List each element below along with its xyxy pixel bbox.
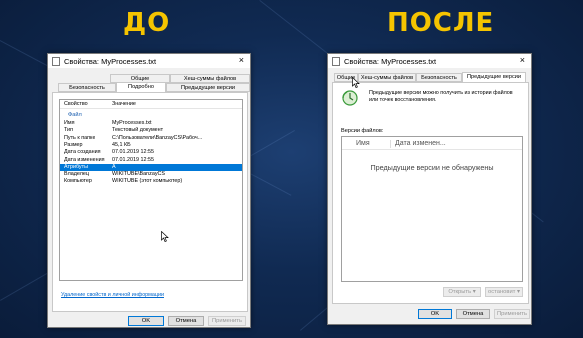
table-row[interactable]: Владелец WIKITUBE\BanzayCS: [60, 171, 242, 178]
cancel-button[interactable]: Отмена: [168, 316, 204, 326]
table-row[interactable]: Компьютер WIKITUBE (этот компьютер): [60, 178, 242, 185]
table-header: Свойство Значение: [60, 100, 242, 109]
apply-button[interactable]: Применить: [208, 316, 246, 326]
heading-after: ПОСЛЕ: [387, 8, 495, 38]
properties-table: Свойство Значение Файл Имя MyProcesses.tx…: [59, 99, 243, 281]
close-icon[interactable]: ×: [239, 55, 244, 65]
property-name: Атрибуты: [64, 163, 88, 170]
tab-details[interactable]: Подробно: [116, 82, 166, 92]
remove-properties-link[interactable]: Удаление свойств и личной информации: [61, 292, 164, 298]
cancel-button[interactable]: Отмена: [456, 309, 490, 319]
details-panel: Свойство Значение Файл Имя MyProcesses.tx…: [52, 92, 248, 312]
column-header-name[interactable]: Имя: [356, 137, 370, 150]
property-name: Компьютер: [64, 178, 92, 185]
chevron-down-icon: ▾: [472, 289, 476, 295]
ok-button[interactable]: OK: [418, 309, 452, 319]
property-name: Дата создания: [64, 149, 101, 156]
history-restore-icon: [342, 90, 358, 106]
close-icon[interactable]: ×: [520, 55, 525, 65]
properties-window-after: Свойства: MyProcesses.txt × Общие Хеш-су…: [327, 53, 532, 325]
tab-hash-sums[interactable]: Хеш-суммы файлов: [170, 74, 250, 83]
restore-button-label: остановит: [488, 289, 516, 295]
file-icon: [52, 57, 60, 66]
column-header-property[interactable]: Свойство: [64, 100, 88, 109]
mouse-cursor-icon: [161, 231, 169, 242]
window-title: Свойства: MyProcesses.txt: [344, 57, 437, 66]
property-value: 07.01.2019 12:55: [112, 149, 154, 156]
table-row[interactable]: Имя MyProcesses.txt: [60, 120, 242, 127]
group-file: Файл: [68, 112, 82, 118]
versions-label: Версии файлов:: [341, 128, 384, 134]
property-value: WIKITUBE (этот компьютер): [112, 178, 183, 185]
property-value: WIKITUBE\BanzayCS: [112, 171, 166, 178]
table-row[interactable]: Путь к папке C:\Пользователи\BanzayCS\Раб…: [60, 135, 242, 142]
heading-before: ДО: [123, 8, 171, 38]
tab-previous-versions[interactable]: Предыдущие версии: [462, 72, 526, 82]
chevron-down-icon: ▾: [517, 289, 520, 295]
property-value: 45,1 КБ: [112, 141, 131, 148]
table-row[interactable]: Дата изменения 07.01.2019 12:55: [60, 157, 242, 164]
tab-previous-versions[interactable]: Предыдущие версии: [166, 83, 250, 92]
table-row[interactable]: Размер 45,1 КБ: [60, 142, 242, 149]
file-icon: [332, 57, 340, 66]
property-value: MyProcesses.txt: [112, 120, 152, 126]
previous-versions-panel: Предыдущие версии можно получить из исто…: [332, 82, 529, 304]
property-value: Текстовый документ: [112, 127, 164, 134]
empty-list-message: Предыдущие версии не обнаружены: [370, 163, 494, 172]
table-row[interactable]: Тип Текстовый документ: [60, 127, 242, 134]
property-name: Владелец: [64, 171, 89, 178]
property-value: 07.01.2019 12:55: [112, 156, 154, 163]
open-button[interactable]: Открыть ▾: [443, 287, 481, 297]
property-value: A: [112, 163, 116, 170]
properties-window-before: Свойства: MyProcesses.txt × Общие Хеш-су…: [47, 53, 251, 328]
tab-hash-sums[interactable]: Хеш-суммы файлов: [358, 73, 416, 82]
open-button-label: Открыть: [448, 289, 472, 295]
mouse-cursor-icon: [352, 77, 360, 88]
column-header-date[interactable]: Дата изменен...: [395, 137, 446, 150]
property-value: C:\Пользователи\BanzayCS\Рабоч...: [112, 134, 203, 141]
restore-button[interactable]: остановит ▾: [485, 287, 523, 297]
property-name: Путь к папке: [64, 134, 96, 141]
window-title: Свойства: MyProcesses.txt: [64, 57, 157, 66]
column-divider: [390, 140, 391, 148]
title-bar: Свойства: MyProcesses.txt ×: [328, 54, 531, 68]
column-header-value[interactable]: Значение: [112, 100, 136, 109]
title-bar: Свойства: MyProcesses.txt ×: [48, 54, 250, 68]
versions-list[interactable]: Имя Дата изменен... Предыдущие версии не…: [341, 136, 523, 282]
property-name: Дата изменения: [64, 156, 105, 163]
property-name: Тип: [64, 127, 73, 134]
ok-button[interactable]: OK: [128, 316, 164, 326]
property-name: Имя: [64, 120, 75, 126]
tab-security[interactable]: Безопасность: [416, 73, 462, 82]
table-row[interactable]: Дата создания 07.01.2019 12:55: [60, 149, 242, 156]
info-text: Предыдущие версии можно получить из исто…: [369, 90, 513, 103]
property-name: Размер: [64, 141, 83, 148]
list-header: Имя Дата изменен...: [342, 137, 522, 150]
tab-security[interactable]: Безопасность: [58, 83, 116, 92]
table-row[interactable]: Атрибуты A: [60, 163, 242, 171]
apply-button[interactable]: Применить: [494, 309, 530, 319]
